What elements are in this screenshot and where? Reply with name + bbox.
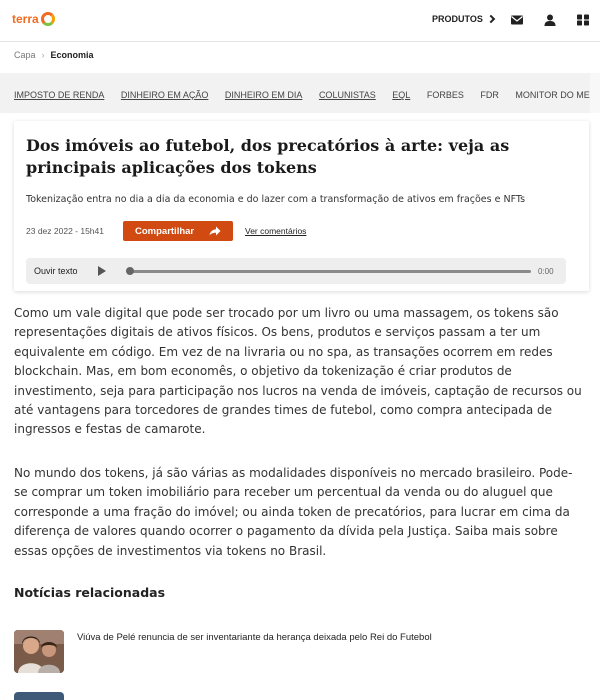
logo-ring-icon [40, 12, 55, 26]
article-title: Dos imóveis ao futebol, dos precatórios … [26, 136, 510, 177]
article-header-card: Dos imóveis ao futebol, dos precatórios … [14, 121, 589, 291]
article-paragraph: No mundo dos tokens, já são várias as mo… [14, 466, 573, 558]
products-label: PRODUTOS [432, 14, 483, 24]
nav-item-eql[interactable]: EQL [392, 90, 410, 100]
related-news-title: Viúva de Pelé renuncia de ser inventaria… [77, 632, 432, 643]
audio-player: Ouvir texto 0:00 [26, 258, 566, 284]
nav-item-dinheiro-em-dia[interactable]: DINHEIRO EM DIA [225, 90, 303, 100]
share-label: Compartilhar [135, 225, 195, 237]
audio-progress-track[interactable] [129, 270, 531, 273]
share-button[interactable]: Compartilhar [123, 221, 233, 241]
article-subtitle: Tokenização entra no dia a dia da econom… [26, 194, 526, 205]
article-date: 23 dez 2022 - 15h41 [26, 226, 104, 236]
article-paragraph: Como um vale digital que pode ser trocad… [14, 306, 582, 437]
related-news-heading: Notícias relacionadas [14, 585, 166, 600]
share-arrow-icon [209, 226, 221, 236]
nav-item-imposto-de-renda[interactable]: IMPOSTO DE RENDA [14, 90, 104, 100]
products-menu-button[interactable]: PRODUTOS [432, 14, 496, 24]
related-news-item[interactable]: Viúva de Pelé renuncia de ser inventaria… [14, 628, 584, 674]
breadcrumb-home-link[interactable]: Capa [14, 50, 36, 60]
section-nav-row: IMPOSTO DE RENDA DINHEIRO EM AÇÃO DINHEI… [14, 90, 590, 100]
mail-icon[interactable] [510, 14, 524, 26]
audio-time: 0:00 [538, 267, 554, 276]
comments-link[interactable]: Ver comentários [245, 226, 306, 236]
audio-label: Ouvir texto [34, 266, 78, 276]
nav-item-fdr[interactable]: FDR [480, 90, 499, 100]
nav-item-dinheiro-em-acao[interactable]: DINHEIRO EM AÇÃO [121, 90, 209, 100]
top-header: terra PRODUTOS [0, 0, 600, 42]
grid-icon[interactable] [576, 14, 590, 26]
breadcrumb-current-link[interactable]: Economia [51, 50, 94, 60]
breadcrumb-separator: › [41, 50, 45, 60]
logo-text: terra [12, 12, 39, 26]
nav-item-forbes[interactable]: FORBES [427, 90, 464, 100]
user-icon[interactable] [543, 14, 557, 26]
audio-progress-handle[interactable] [126, 267, 134, 275]
breadcrumb: Capa › Economia [14, 50, 94, 60]
related-news-thumbnail-next[interactable] [14, 692, 64, 700]
section-nav: IMPOSTO DE RENDA DINHEIRO EM AÇÃO DINHEI… [0, 73, 590, 113]
terra-logo[interactable]: terra [12, 12, 55, 26]
nav-item-monitor-do-mercado[interactable]: MONITOR DO MERCADO [515, 90, 590, 100]
nav-scroll-edge [590, 73, 600, 113]
play-icon[interactable] [98, 266, 106, 276]
related-news-thumbnail [14, 630, 64, 673]
chevron-right-icon [486, 14, 496, 24]
nav-item-colunistas[interactable]: COLUNISTAS [319, 90, 376, 100]
